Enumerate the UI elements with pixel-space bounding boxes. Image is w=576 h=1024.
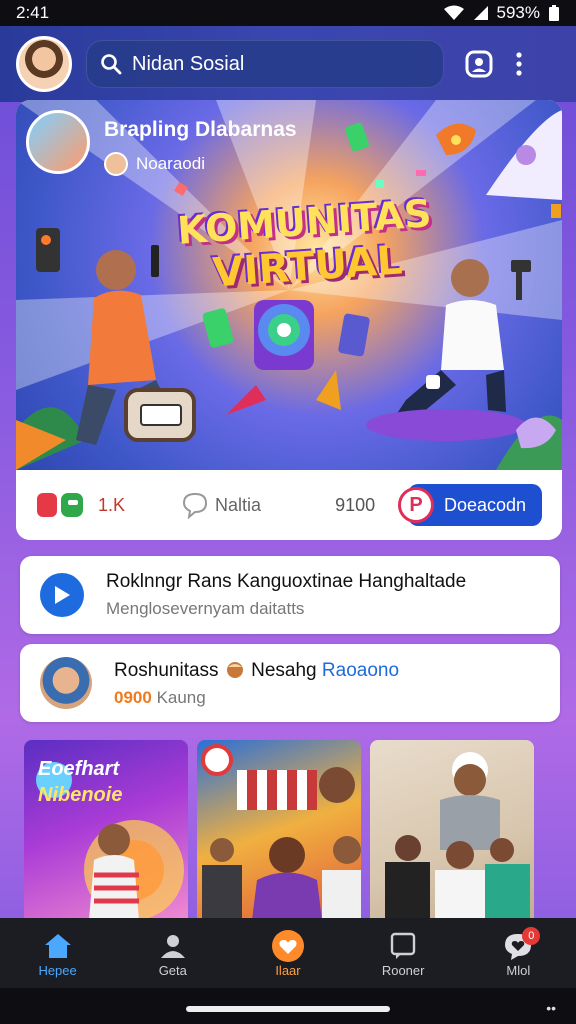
title-part-1: Roshunitass (114, 659, 219, 681)
list-item-subtitle: 0900 Kaung (114, 688, 399, 708)
search-input[interactable]: Nidan Sosial (86, 40, 444, 88)
sub-text: Kaung (156, 687, 206, 707)
comment-label: Naltia (215, 494, 262, 515)
profile-avatar[interactable] (16, 36, 72, 92)
nav-item-home[interactable]: Hepee (13, 929, 103, 978)
system-gesture-bar: •• (0, 988, 576, 1024)
post-action-row: 1.K Naltia 9100 P Doeacodn (16, 470, 562, 540)
list-item-community[interactable]: Roshunitass Nesahg Raoaono 0900 Kaung (20, 644, 560, 722)
profile-card-button[interactable] (464, 49, 494, 79)
heart-chat-icon (268, 929, 308, 963)
app-header: Nidan Sosial (0, 26, 576, 102)
profile-card-icon (465, 50, 493, 78)
mini-avatar (104, 152, 128, 176)
tile-2-art (201, 744, 361, 920)
nav-item-center[interactable]: Ilaar (243, 929, 333, 978)
list-item-subtitle: Menglosevernyam daitatts (106, 599, 305, 618)
signal-icon (473, 6, 488, 20)
tile-1-caption-line2: Nibenoie (38, 784, 123, 806)
share-count: 9100 (335, 494, 376, 515)
thumbnail-tile-2[interactable] (197, 740, 361, 920)
sub-number: 0900 (114, 687, 152, 707)
nav-label-notifications: Mlol (506, 962, 531, 978)
status-time: 2:41 (16, 3, 50, 22)
person-icon (158, 929, 188, 963)
post-author[interactable]: Brapling Dlabarnas Noaraodi (26, 110, 297, 176)
bottom-nav: Hepee Geta Ilaar Rooner 0 Mlol (0, 918, 576, 988)
wifi-icon (443, 5, 464, 20)
play-icon[interactable] (40, 573, 84, 617)
author-title: Brapling Dlabarnas (104, 118, 297, 141)
reaction-icons[interactable] (36, 492, 84, 518)
thumbnail-tile-3[interactable] (370, 740, 534, 920)
comment-button[interactable]: Naltia (181, 491, 261, 519)
nav-label-center: Ilaar (275, 962, 301, 978)
notification-badge: 0 (522, 926, 541, 945)
nav-label-chat: Rooner (381, 962, 425, 978)
nav-label-home: Hepee (38, 962, 77, 978)
join-button[interactable]: P Doeacodn (398, 484, 542, 526)
reaction-red-icon (37, 493, 57, 517)
author-sub: Noaraodi (104, 152, 297, 176)
join-badge-icon: P (398, 487, 434, 523)
title-part-2: Nesahg (251, 659, 317, 681)
home-gesture-handle[interactable] (186, 1006, 390, 1012)
hero-title: KOMUNITAS VIRTUAL (173, 191, 439, 299)
thumbnail-grid: Eoefhart Nibenoie (24, 740, 556, 920)
search-text: Nidan Sosial (132, 52, 245, 75)
author-sub-text: Noaraodi (136, 154, 205, 173)
author-avatar[interactable] (26, 110, 90, 174)
comment-icon (183, 492, 208, 519)
author-meta: Brapling Dlabarnas Noaraodi (104, 110, 297, 176)
battery-text: 593% (496, 3, 540, 22)
list-item-text: Roklnngr Rans Kanguoxtinae Hanghaltade M… (106, 571, 466, 619)
list-item-video[interactable]: Roklnngr Rans Kanguoxtinae Hanghaltade M… (20, 556, 560, 634)
battery-icon (549, 5, 559, 21)
community-avatar[interactable] (40, 657, 92, 709)
join-label: Doeacodn (443, 494, 527, 515)
reaction-green-icon (61, 493, 83, 517)
list-item-text: Roshunitass Nesahg Raoaono 0900 Kaung (114, 659, 399, 708)
tile-3-art (385, 752, 530, 920)
nav-item-chat[interactable]: Rooner (358, 929, 448, 978)
nav-label-profile: Geta (158, 962, 187, 978)
heart-bubble-icon: 0 (502, 926, 541, 963)
more-vertical-icon (516, 52, 522, 76)
search-icon (101, 54, 122, 75)
chat-square-icon (388, 929, 418, 963)
list-item-title: Roshunitass Nesahg Raoaono (114, 659, 399, 682)
status-right: 593% (443, 3, 560, 23)
like-count: 1.K (98, 494, 126, 515)
home-icon (43, 929, 73, 963)
more-dots-icon: •• (546, 1000, 556, 1016)
tile-1-caption: Eoefhart Nibenoie (38, 756, 122, 808)
featured-post-card: Brapling Dlabarnas Noaraodi KOMUNITAS VI… (16, 100, 562, 540)
list-item-title: Roklnngr Rans Kanguoxtinae Hanghaltade (106, 571, 467, 592)
nav-item-notifications[interactable]: 0 Mlol (473, 926, 563, 978)
nav-item-profile[interactable]: Geta (128, 929, 218, 978)
thumbnail-tile-1[interactable]: Eoefhart Nibenoie (24, 740, 188, 920)
post-banner-image[interactable]: Brapling Dlabarnas Noaraodi KOMUNITAS VI… (16, 100, 562, 470)
more-button[interactable] (514, 51, 524, 77)
title-part-3: Raoaono (321, 659, 400, 681)
status-bar: 2:41 593% (0, 0, 576, 26)
tile-1-caption-line1: Eoefhart (38, 758, 120, 780)
coconut-emoji-icon (226, 661, 243, 678)
play-triangle-icon (55, 586, 70, 604)
